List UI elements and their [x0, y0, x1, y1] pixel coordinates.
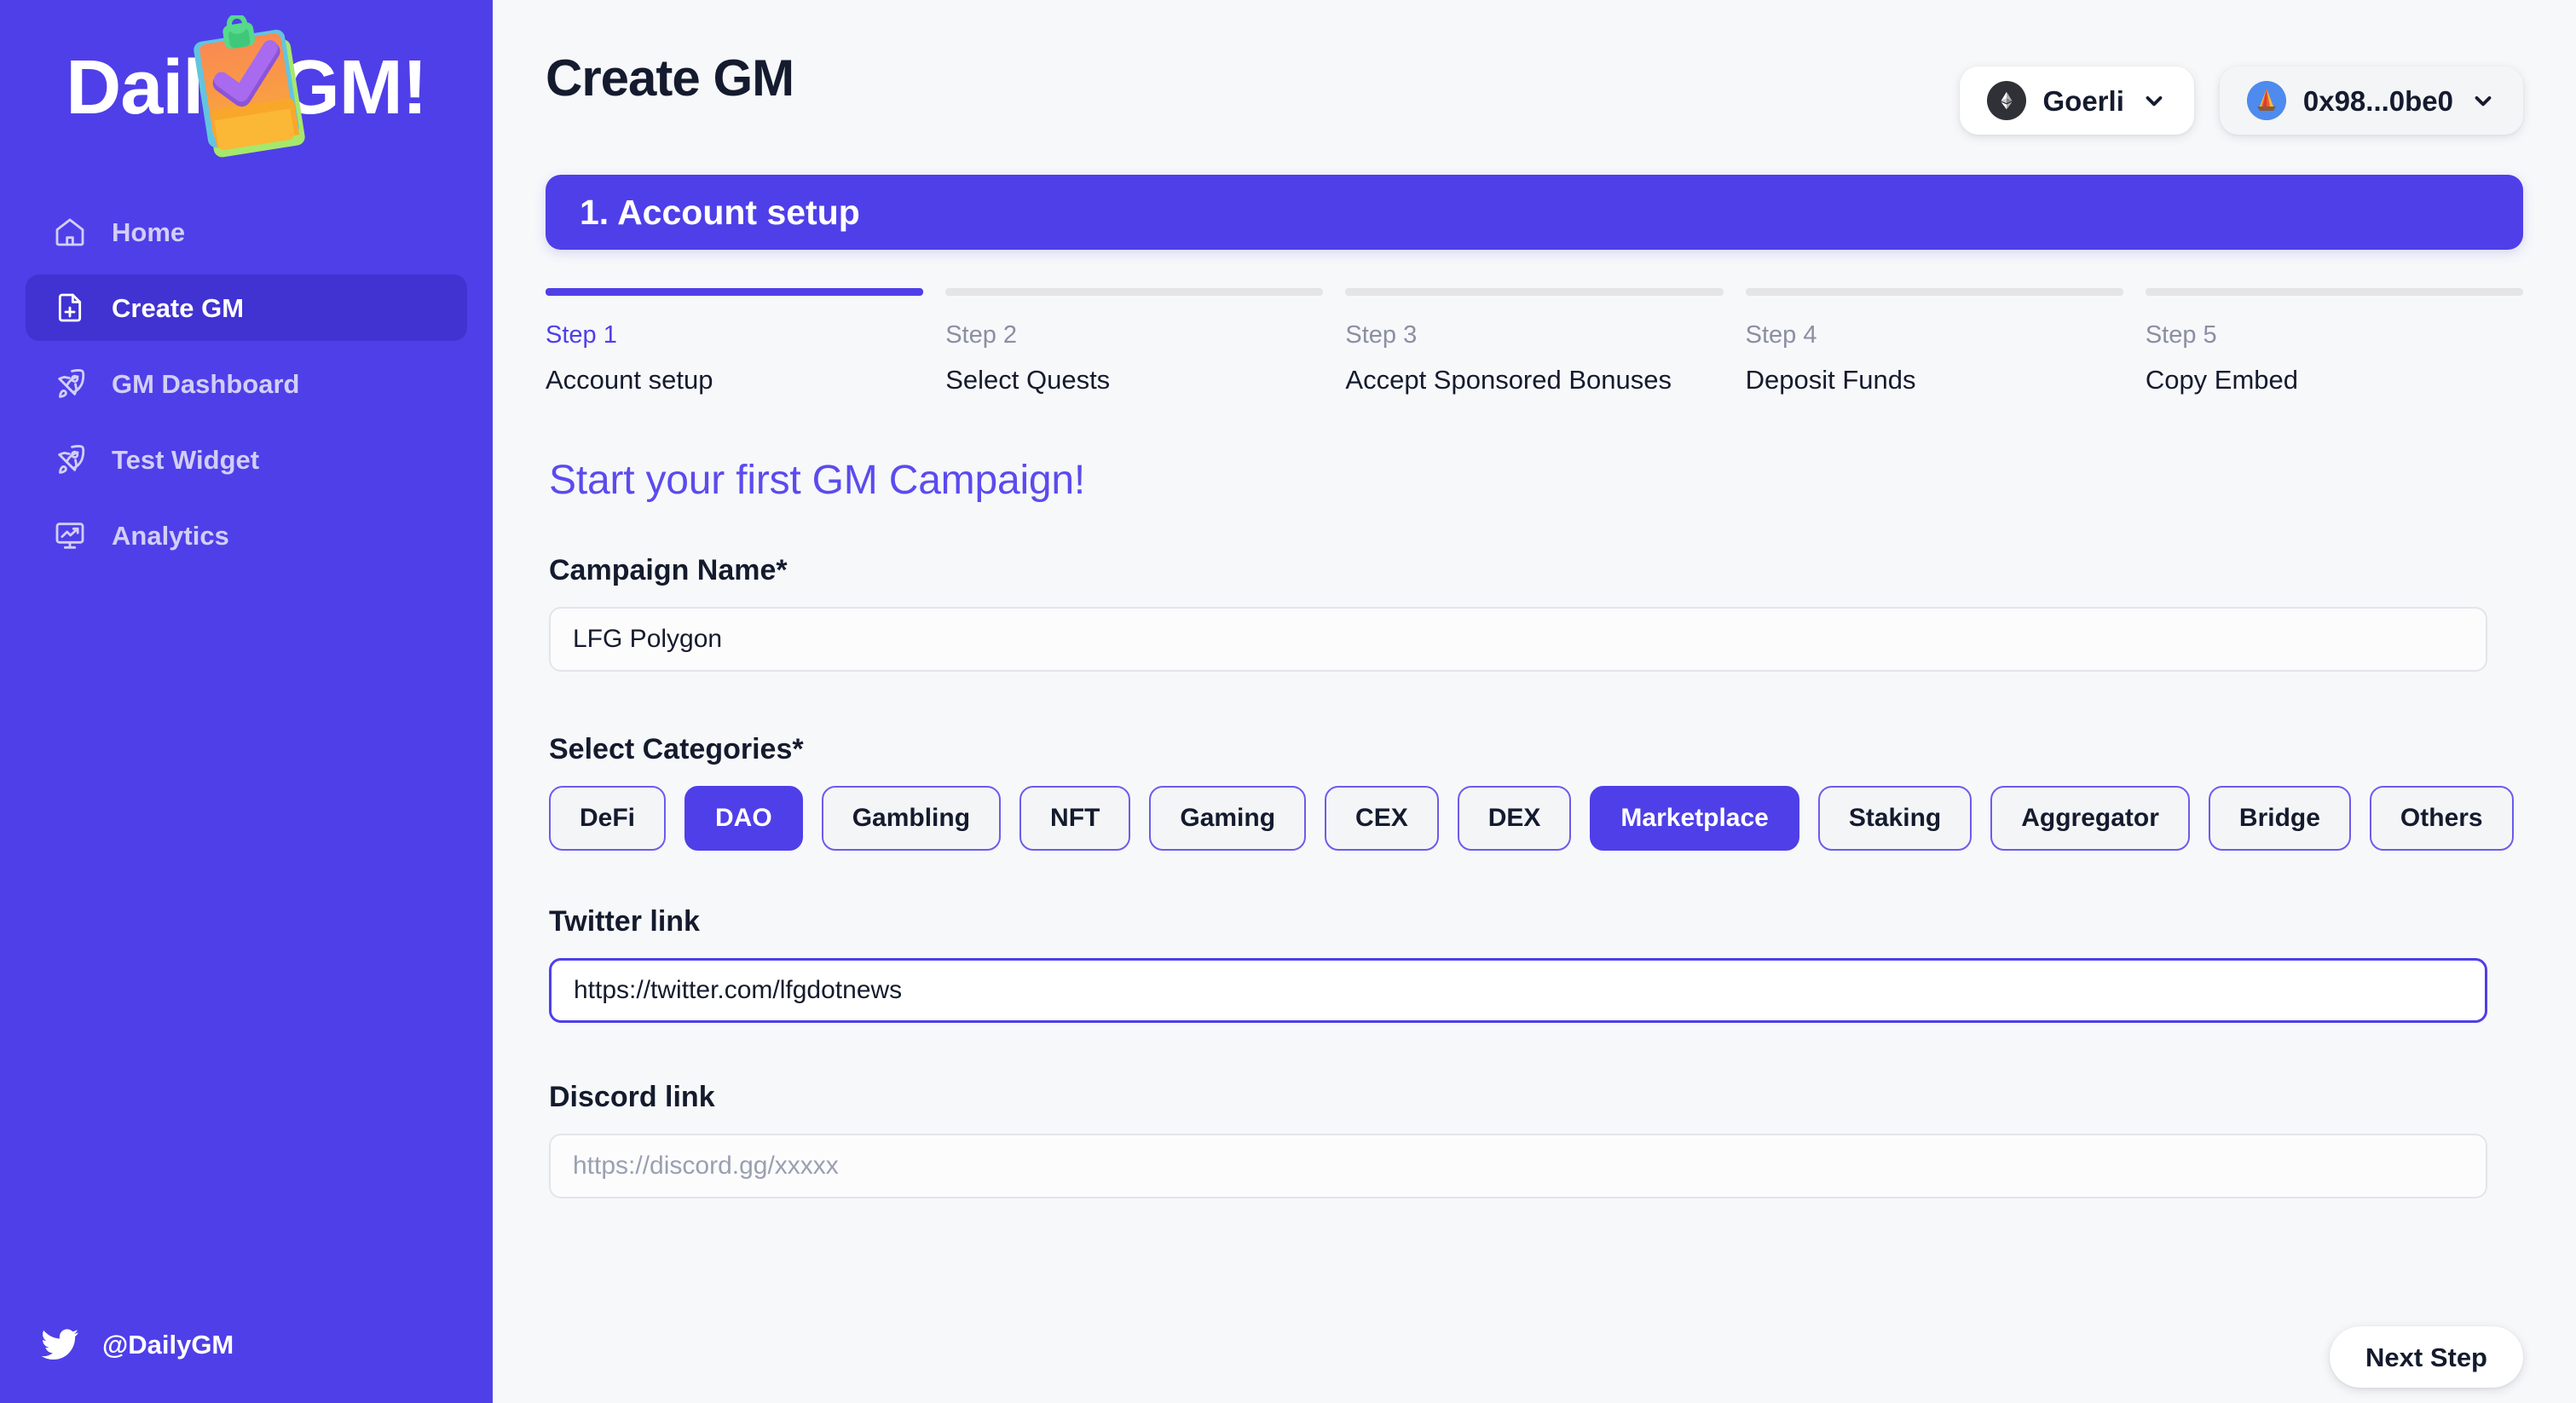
sidebar-twitter-link[interactable]: @DailyGM [0, 1301, 493, 1403]
sidebar-nav: Home Create GM GM Dashboard Test Widget … [0, 199, 493, 569]
campaign-name-label: Campaign Name* [549, 554, 788, 586]
discord-link-input[interactable] [549, 1134, 2487, 1198]
category-pill-gambling[interactable]: Gambling [821, 786, 1002, 851]
twitter-link-input[interactable] [549, 958, 2487, 1023]
category-pill-nft[interactable]: NFT [1019, 786, 1131, 851]
step-number: Step 3 [1345, 321, 1418, 349]
sidebar-item-label: GM Dashboard [112, 368, 300, 399]
twitter-link-label: Twitter link [549, 905, 700, 938]
chevron-down-icon [2475, 96, 2492, 107]
campaign-name-field: Campaign Name* [549, 556, 2523, 672]
sidebar-item-test-widget[interactable]: Test Widget [26, 426, 467, 493]
sidebar-item-home[interactable]: Home [26, 199, 467, 265]
wallet-address: 0x98...0be0 [2302, 84, 2453, 117]
brand-wordmark: Daily..GM! [66, 49, 427, 126]
sidebar-item-gm-dashboard[interactable]: GM Dashboard [26, 350, 467, 417]
step-progress-bar [1345, 288, 1724, 296]
step-name: Account setup [546, 365, 713, 395]
wallet-avatar-icon [2246, 81, 2286, 120]
step-banner-title: 1. Account setup [580, 192, 860, 232]
form-footer: Next Step [493, 1311, 2576, 1403]
step-progress-bar [945, 288, 1324, 296]
sidebar: Daily..GM! [0, 0, 493, 1403]
step-name: Accept Sponsored Bonuses [1345, 365, 1672, 395]
category-pill-dex[interactable]: DEX [1457, 786, 1572, 851]
category-pill-defi[interactable]: DeFi [549, 786, 667, 851]
next-step-button[interactable]: Next Step [2330, 1326, 2523, 1388]
step-name: Select Quests [945, 365, 1111, 395]
stepper: Step 1 Account setup Step 2 Select Quest… [546, 288, 2524, 395]
category-pill-dao[interactable]: DAO [684, 786, 803, 851]
rocket-icon [51, 441, 89, 478]
campaign-name-input[interactable] [549, 607, 2487, 672]
form-heading: Start your first GM Campaign! [549, 458, 1086, 503]
categories-field: Select Categories* DeFi DAO Gambling NFT… [549, 735, 2523, 851]
network-selector[interactable]: Goerli [1959, 66, 2194, 135]
topbar-actions: Goerli 0x98...0be0 [1959, 66, 2523, 135]
step-3[interactable]: Step 3 Accept Sponsored Bonuses [1345, 288, 1724, 395]
step-2[interactable]: Step 2 Select Quests [945, 288, 1324, 395]
sidebar-item-label: Create GM [112, 292, 245, 323]
step-number: Step 5 [2145, 321, 2217, 349]
category-pill-list: DeFi DAO Gambling NFT Gaming CEX DEX Mar… [549, 786, 2523, 851]
topbar: Create GM Goerli 0x98...0be0 [493, 0, 2576, 175]
step-number: Step 4 [1745, 321, 1817, 349]
step-1[interactable]: Step 1 Account setup [546, 288, 924, 395]
brand-wordmark-part1: Daily [66, 44, 240, 130]
analytics-chart-icon [51, 517, 89, 554]
page-title: Create GM [546, 49, 794, 107]
discord-link-field: Discord link [549, 1083, 2523, 1198]
sidebar-item-analytics[interactable]: Analytics [26, 502, 467, 569]
chevron-down-icon [2146, 96, 2163, 107]
rocket-icon [51, 365, 89, 402]
step-number: Step 1 [546, 321, 617, 349]
sidebar-item-label: Analytics [112, 520, 229, 551]
sidebar-item-create-gm[interactable]: Create GM [26, 274, 467, 341]
discord-link-label: Discord link [549, 1081, 715, 1113]
main-content: Create GM Goerli 0x98...0be0 1. Account … [493, 0, 2576, 1403]
wallet-selector[interactable]: 0x98...0be0 [2219, 66, 2523, 135]
category-pill-others[interactable]: Others [2369, 786, 2514, 851]
step-progress-bar [2145, 288, 2524, 296]
step-banner: 1. Account setup [546, 175, 2523, 250]
house-icon [51, 213, 89, 251]
step-name: Copy Embed [2145, 365, 2299, 395]
step-number: Step 2 [945, 321, 1018, 349]
categories-label: Select Categories* [549, 733, 804, 765]
step-progress-bar [1745, 288, 2123, 296]
network-label: Goerli [2042, 84, 2124, 117]
document-plus-icon [51, 289, 89, 326]
brand-logo-block[interactable]: Daily..GM! [0, 0, 493, 175]
app-root: Daily..GM! [0, 0, 2576, 1403]
category-pill-staking[interactable]: Staking [1817, 786, 1972, 851]
category-pill-gaming[interactable]: Gaming [1149, 786, 1307, 851]
sidebar-item-label: Test Widget [112, 444, 260, 475]
category-pill-marketplace[interactable]: Marketplace [1590, 786, 1799, 851]
step-5[interactable]: Step 5 Copy Embed [2145, 288, 2524, 395]
twitter-link-field: Twitter link [549, 907, 2523, 1023]
step-progress-bar [546, 288, 924, 296]
account-setup-form: Start your first GM Campaign! Campaign N… [549, 460, 2523, 1198]
ethereum-icon [1986, 81, 2026, 120]
step-4[interactable]: Step 4 Deposit Funds [1745, 288, 2123, 395]
category-pill-bridge[interactable]: Bridge [2208, 786, 2351, 851]
twitter-bird-icon [41, 1329, 79, 1360]
category-pill-cex[interactable]: CEX [1325, 786, 1439, 851]
sidebar-twitter-handle: @DailyGM [102, 1329, 234, 1360]
brand-wordmark-part2: GM! [280, 44, 428, 130]
sidebar-item-label: Home [112, 217, 186, 247]
step-name: Deposit Funds [1745, 365, 1916, 395]
category-pill-aggregator[interactable]: Aggregator [1990, 786, 2190, 851]
